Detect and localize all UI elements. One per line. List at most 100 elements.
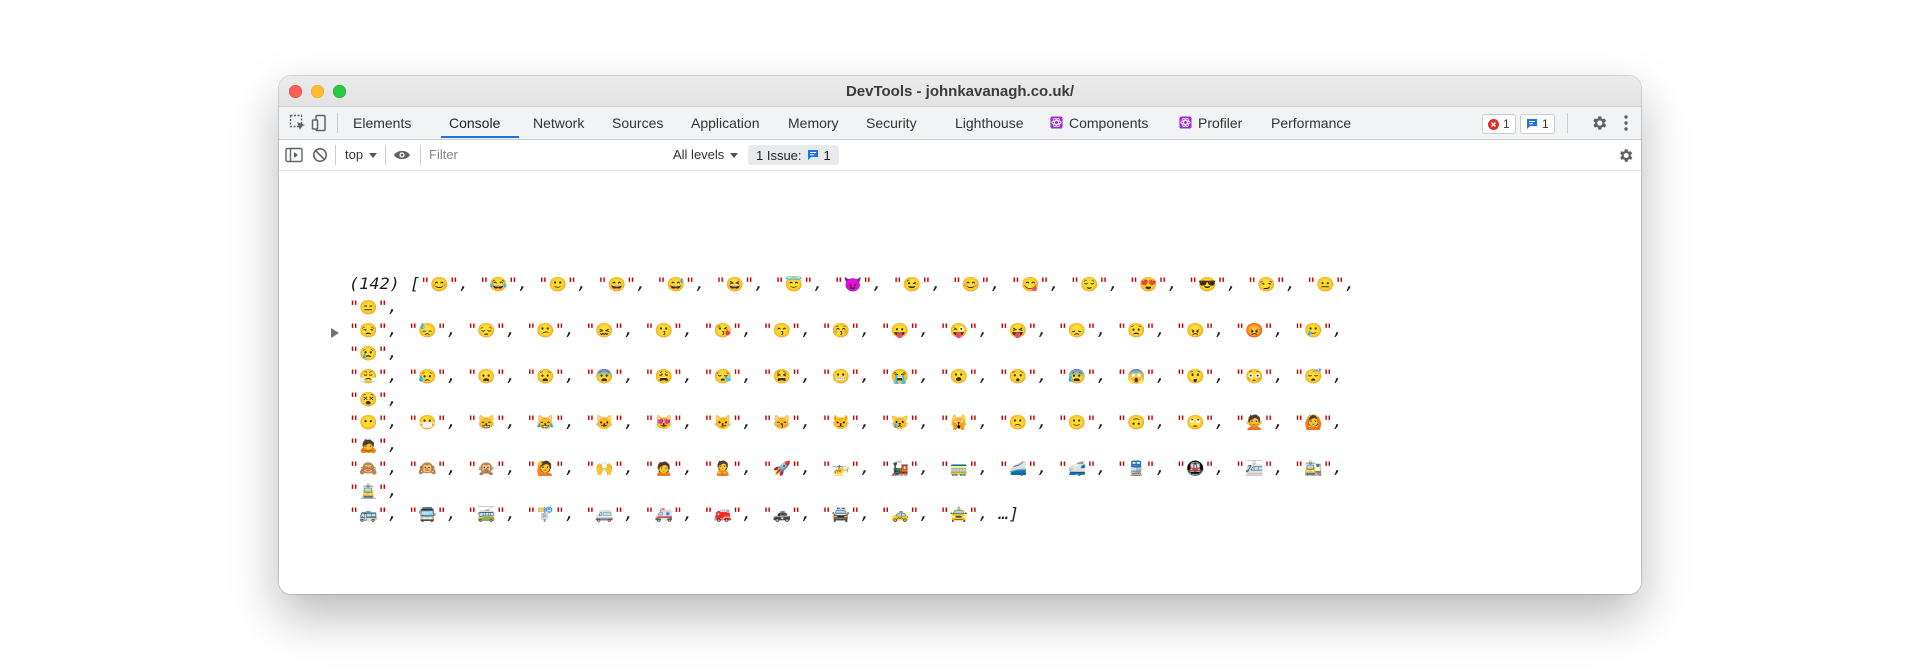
array-item: "😊" (420, 274, 459, 293)
array-item: "😺" (585, 412, 624, 431)
context-label: top (345, 147, 364, 162)
console-array-line: "😶", "😷", "😸", "😹", "😺", "😻", "😼", "😽", … (349, 412, 1343, 454)
tab-elements[interactable]: Elements (353, 107, 411, 139)
console-log-array[interactable]: (142) ["😊", "😂", "🙂", "😄", "😅", "😆", "😇"… (349, 273, 1362, 526)
array-item: "😧" (526, 366, 565, 385)
error-count-badge[interactable]: 1 (1482, 114, 1516, 134)
clear-console-icon[interactable] (310, 145, 330, 165)
eye-icon[interactable] (392, 145, 412, 165)
array-item: "😶" (349, 412, 388, 431)
devtools-window: DevTools - johnkavanagh.co.uk/ Elements … (279, 76, 1641, 594)
array-item: "😌" (1069, 274, 1109, 293)
tab-performance[interactable]: Performance (1271, 107, 1351, 139)
array-item: "🚈" (1234, 458, 1274, 477)
array-item: "🙈" (349, 458, 388, 477)
tab-profiler[interactable]: Profiler (1179, 107, 1242, 139)
array-item: "🚅" (1057, 458, 1097, 477)
react-components-icon (1050, 116, 1063, 129)
array-item: "🚇" (1175, 458, 1215, 477)
tab-application[interactable]: Application (691, 107, 760, 139)
issue-message-icon (807, 150, 818, 160)
tab-components-label: Components (1069, 115, 1149, 131)
array-item: "😑" (349, 297, 388, 316)
array-item: "😇" (774, 274, 814, 293)
kebab-menu-icon[interactable] (1616, 113, 1636, 133)
array-item: "🙃" (1116, 412, 1156, 431)
message-count-badge[interactable]: 1 (1520, 114, 1555, 134)
array-item: "😰" (1057, 366, 1097, 385)
tab-sources[interactable]: Sources (612, 107, 663, 139)
array-item: "😔" (467, 320, 506, 339)
array-item: "😜" (939, 320, 979, 339)
issues-button[interactable]: 1 Issue: 1 (748, 145, 839, 165)
console-array-line: "🙈", "🙉", "🙊", "🙋", "🙌", "🙍", "🙎", "🚀", … (349, 458, 1343, 500)
array-item: "😥" (408, 366, 447, 385)
array-item: "🙆" (1294, 412, 1333, 431)
array-item: "😊" (951, 274, 991, 293)
array-item: "🚂" (880, 458, 920, 477)
array-item: "😨" (585, 366, 624, 385)
array-item: "🚃" (939, 458, 979, 477)
array-item: "🙀" (939, 412, 979, 431)
array-item: "😿" (880, 412, 920, 431)
message-count: 1 (1542, 117, 1549, 131)
tab-network[interactable]: Network (533, 107, 584, 139)
array-item: "😐" (1306, 274, 1345, 293)
error-icon (1488, 118, 1499, 130)
array-item: "😽" (762, 412, 802, 431)
array-item: "🚐" (585, 504, 624, 523)
array-item: "😳" (1234, 366, 1274, 385)
inspect-icon[interactable] (288, 113, 308, 133)
context-selector[interactable]: top (345, 140, 378, 170)
expand-array-triangle-icon[interactable] (331, 328, 339, 338)
array-item: "😲" (1175, 366, 1215, 385)
filter-divider (420, 145, 421, 165)
array-item: "😱" (1116, 366, 1156, 385)
tab-lighthouse[interactable]: Lighthouse (955, 107, 1024, 139)
active-tab-indicator (441, 136, 519, 138)
array-item: "🥲" (1294, 320, 1333, 339)
tab-security[interactable]: Security (866, 107, 917, 139)
console-filter-bar: top Filter All levels 1 Issue: 1 (279, 140, 1641, 171)
array-item: "😛" (880, 320, 920, 339)
array-item: "😯" (998, 366, 1038, 385)
sidebar-toggle-icon[interactable] (284, 145, 304, 165)
log-levels-dropdown[interactable]: All levels (673, 140, 739, 170)
array-item: "🙉" (408, 458, 447, 477)
device-toolbar-icon[interactable] (310, 113, 330, 133)
array-item: "🚖" (939, 504, 979, 523)
array-item: "😬" (821, 366, 861, 385)
console-output-area: (142) ["😊", "😂", "🙂", "😄", "😅", "😆", "😇"… (279, 171, 1641, 594)
filter-divider (385, 145, 386, 165)
tab-console[interactable]: Console (449, 107, 500, 139)
tab-components[interactable]: Components (1050, 107, 1148, 139)
array-item: "😮" (939, 366, 979, 385)
toolbar-divider (1567, 113, 1568, 133)
array-item: "😪" (703, 366, 743, 385)
console-settings-gear-icon[interactable] (1615, 145, 1635, 165)
array-item: "😏" (1247, 274, 1286, 293)
array-item: "🚊" (349, 481, 388, 500)
array-item: "🚉" (1294, 458, 1333, 477)
array-item: "😢" (349, 343, 388, 362)
array-item: "😆" (715, 274, 755, 293)
array-item: "🚔" (821, 504, 861, 523)
array-item: "😡" (1234, 320, 1274, 339)
array-item: "😸" (467, 412, 506, 431)
array-item: "🚀" (762, 458, 802, 477)
issues-count: 1 (823, 147, 831, 163)
array-item: "😠" (1175, 320, 1215, 339)
gear-icon[interactable] (1589, 113, 1609, 133)
array-item: "😝" (998, 320, 1038, 339)
array-item: "😍" (1128, 274, 1168, 293)
array-item: "🚓" (762, 504, 802, 523)
message-icon (1527, 119, 1537, 129)
array-item: "🚏" (526, 504, 565, 523)
filter-divider (335, 145, 336, 165)
array-item: "🚒" (703, 504, 743, 523)
filter-input[interactable]: Filter (429, 140, 458, 170)
array-item: "😘" (703, 320, 743, 339)
tab-memory[interactable]: Memory (788, 107, 839, 139)
array-item: "😴" (1294, 366, 1333, 385)
array-item: "😤" (349, 366, 388, 385)
